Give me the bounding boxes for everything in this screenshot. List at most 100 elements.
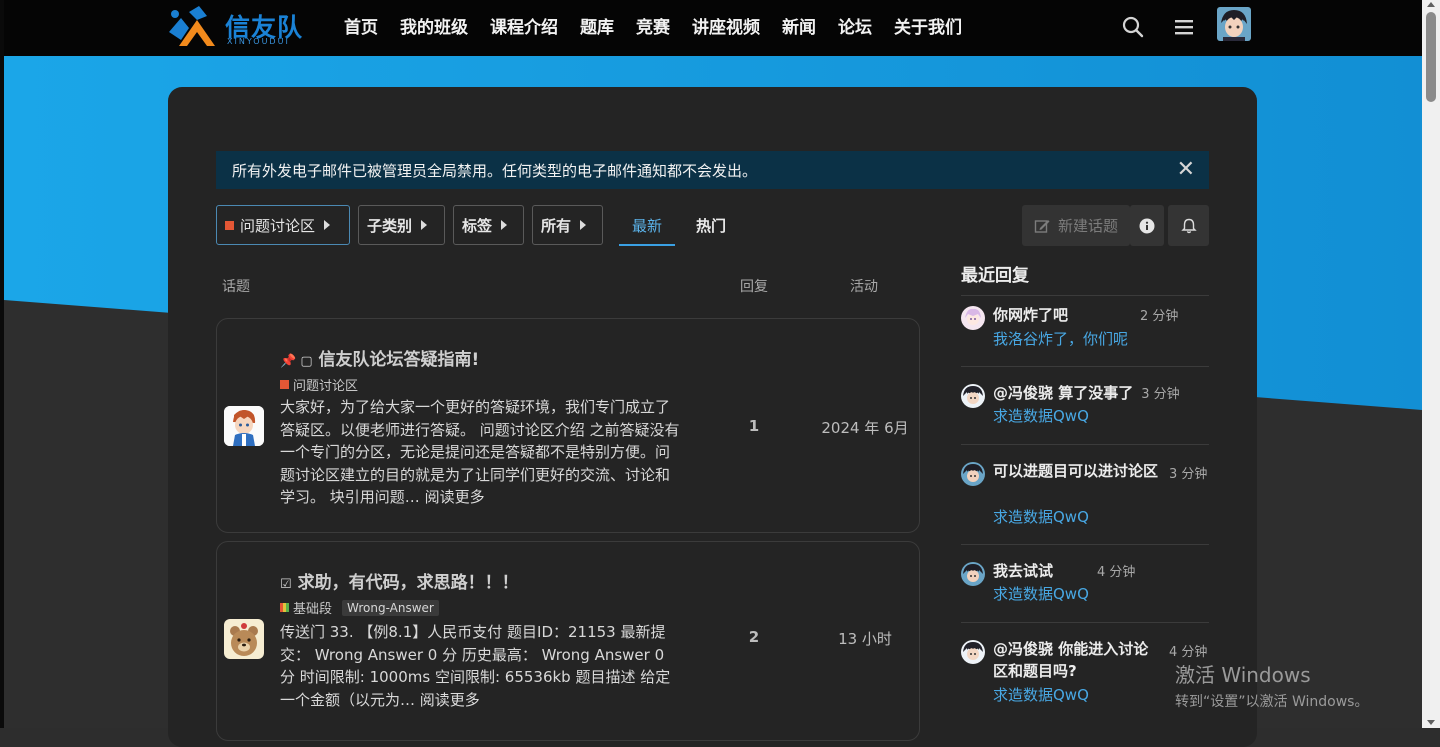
reply-title[interactable]: @冯俊骁 算了没事了 3 分钟 <box>993 382 1180 406</box>
watermark-title: 激活 Windows <box>1175 663 1311 687</box>
read-more-link[interactable]: 阅读更多 <box>420 691 480 709</box>
caret-right-icon <box>501 220 508 230</box>
reply-time: 3 分钟 <box>1141 387 1180 402</box>
nav-news[interactable]: 新闻 <box>782 13 816 38</box>
reply-avatar[interactable] <box>961 562 985 586</box>
reply-time: 4 分钟 <box>1169 645 1208 660</box>
scroll-up-icon[interactable] <box>1427 2 1435 7</box>
subcategory-dropdown[interactable]: 子类别 <box>358 205 445 245</box>
topic-title-text: 信友队论坛答疑指南! <box>318 350 480 370</box>
nav-lectures[interactable]: 讲座视频 <box>692 13 760 38</box>
reply-topic-link[interactable]: 求造数据QwQ <box>993 583 1089 604</box>
divider <box>961 544 1209 545</box>
topic-reply-count[interactable]: 1 <box>737 417 771 435</box>
user-avatar[interactable] <box>1217 7 1251 41</box>
reply-avatar[interactable] <box>961 306 985 330</box>
reply-avatar[interactable] <box>961 384 985 408</box>
author-avatar[interactable] <box>224 619 264 659</box>
divider <box>961 622 1209 623</box>
info-button[interactable] <box>1130 205 1164 246</box>
nav-contests[interactable]: 竞赛 <box>636 13 670 38</box>
brand-logo[interactable]: 信友队 XINYOUDUI <box>167 6 319 48</box>
topic-category[interactable]: 基础段 Wrong-Answer <box>280 598 439 617</box>
topic-activity[interactable]: 2024 年 6月 <box>813 417 917 438</box>
recent-reply-item[interactable]: 你网炸了吧 2 分钟 我洛谷炸了，你们呢 <box>961 304 1209 356</box>
topic-title[interactable]: ☑ 求助，有代码，求思路！！！ <box>280 568 519 593</box>
topic-excerpt: 大家好，为了给大家一个更好的答疑环境，我们专门成立了答疑区。以便老师进行答疑。 … <box>280 396 680 509</box>
search-icon[interactable] <box>1121 15 1145 39</box>
reply-title-text: @冯俊骁 你能进入讨论区和题目吗? <box>993 640 1149 680</box>
column-header-replies[interactable]: 回复 <box>740 276 768 296</box>
reply-avatar[interactable] <box>961 640 985 664</box>
reply-title[interactable]: 你网炸了吧 2 分钟 <box>993 304 1178 328</box>
reply-time: 2 分钟 <box>1140 309 1179 324</box>
notice-text: 所有外发电子邮件已被管理员全局禁用。任何类型的电子邮件通知都不会发出。 <box>232 162 758 180</box>
divider <box>961 366 1209 367</box>
all-dropdown[interactable]: 所有 <box>532 205 603 245</box>
nav-home[interactable]: 首页 <box>344 13 378 38</box>
page-scrollbar[interactable] <box>1422 0 1440 728</box>
category-dropdown[interactable]: 问题讨论区 <box>216 205 350 245</box>
category-color-swatch <box>280 380 289 389</box>
caret-right-icon <box>421 220 428 230</box>
all-dropdown-label: 所有 <box>541 216 572 235</box>
tags-dropdown[interactable]: 标签 <box>453 205 524 245</box>
topic-row[interactable]: ☑ 求助，有代码，求思路！！！ 基础段 Wrong-Answer 传送门 33.… <box>216 541 920 741</box>
topic-tag[interactable]: Wrong-Answer <box>342 599 439 616</box>
category-dropdown-label: 问题讨论区 <box>240 216 316 235</box>
reply-title-text: 可以进题目可以进讨论区 <box>993 462 1159 480</box>
divider <box>961 295 1209 296</box>
topic-activity[interactable]: 13 小时 <box>813 628 917 649</box>
pinned-checkbox-icon: 📌 ▢ <box>280 354 313 369</box>
new-topic-button[interactable]: 新建话题 <box>1022 205 1130 246</box>
category-color-swatch <box>280 603 289 612</box>
nav-about[interactable]: 关于我们 <box>894 13 962 38</box>
read-more-link[interactable]: 阅读更多 <box>425 488 485 506</box>
nav-forum[interactable]: 论坛 <box>838 13 872 38</box>
category-color-swatch <box>225 220 234 230</box>
topic-reply-count[interactable]: 2 <box>737 628 771 646</box>
notification-button[interactable] <box>1168 205 1209 246</box>
column-header-topic[interactable]: 话题 <box>222 276 250 296</box>
email-disabled-notice: 所有外发电子邮件已被管理员全局禁用。任何类型的电子邮件通知都不会发出。 ✕ <box>216 151 1209 189</box>
reply-avatar[interactable] <box>961 462 985 486</box>
nav-courses[interactable]: 课程介绍 <box>490 13 558 38</box>
nav-problems[interactable]: 题库 <box>580 13 614 38</box>
reply-title-text: 你网炸了吧 <box>993 306 1069 324</box>
column-header-activity[interactable]: 活动 <box>850 276 878 296</box>
solved-checkbox-icon: ☑ <box>280 577 292 592</box>
reply-title[interactable]: 我去试试 4 分钟 <box>993 560 1135 584</box>
reply-time: 3 分钟 <box>1169 467 1208 482</box>
reply-title[interactable]: 可以进题目可以进讨论区 <box>993 460 1163 482</box>
author-avatar[interactable] <box>224 406 264 446</box>
recent-reply-item[interactable]: 可以进题目可以进讨论区 3 分钟 求造数据QwQ <box>961 460 1209 530</box>
reply-title[interactable]: @冯俊骁 你能进入讨论区和题目吗? <box>993 638 1163 682</box>
hamburger-menu-icon[interactable] <box>1172 15 1196 39</box>
topic-category[interactable]: 问题讨论区 <box>280 375 358 394</box>
active-tab-indicator <box>619 244 675 246</box>
reply-topic-link[interactable]: 我洛谷炸了，你们呢 <box>993 328 1128 349</box>
topic-row[interactable]: 📌 ▢ 信友队论坛答疑指南! 问题讨论区 大家好，为了给大家一个更好的答疑环境，… <box>216 318 920 533</box>
recent-reply-item[interactable]: @冯俊骁 你能进入讨论区和题目吗? 4 分钟 求造数据QwQ <box>961 638 1209 708</box>
scrollbar-thumb[interactable] <box>1426 12 1436 102</box>
nav-my-class[interactable]: 我的班级 <box>400 13 468 38</box>
recent-reply-item[interactable]: 我去试试 4 分钟 求造数据QwQ <box>961 560 1209 612</box>
reply-title-text: 我去试试 <box>993 562 1054 580</box>
logo-icon <box>169 6 215 46</box>
tab-latest[interactable]: 最新 <box>632 215 662 236</box>
topic-category-label: 基础段 <box>293 602 333 617</box>
reply-topic-link[interactable]: 求造数据QwQ <box>993 684 1089 705</box>
bell-icon <box>1180 218 1197 233</box>
watermark-subtitle: 转到“设置”以激活 Windows。 <box>1175 694 1369 710</box>
close-icon[interactable]: ✕ <box>1177 159 1195 181</box>
topic-title[interactable]: 📌 ▢ 信友队论坛答疑指南! <box>280 345 479 370</box>
brand-subtitle: XINYOUDUI <box>227 37 290 46</box>
reply-topic-link[interactable]: 求造数据QwQ <box>993 405 1089 426</box>
tags-dropdown-label: 标签 <box>462 216 493 235</box>
scroll-down-icon[interactable] <box>1427 720 1435 725</box>
main-nav: 首页 我的班级 课程介绍 题库 竞赛 讲座视频 新闻 论坛 关于我们 <box>344 13 984 38</box>
recent-reply-item[interactable]: @冯俊骁 算了没事了 3 分钟 求造数据QwQ <box>961 382 1209 434</box>
topic-title-text: 求助，有代码，求思路！！！ <box>297 573 519 593</box>
reply-topic-link[interactable]: 求造数据QwQ <box>993 506 1089 527</box>
tab-hot[interactable]: 热门 <box>696 215 726 236</box>
